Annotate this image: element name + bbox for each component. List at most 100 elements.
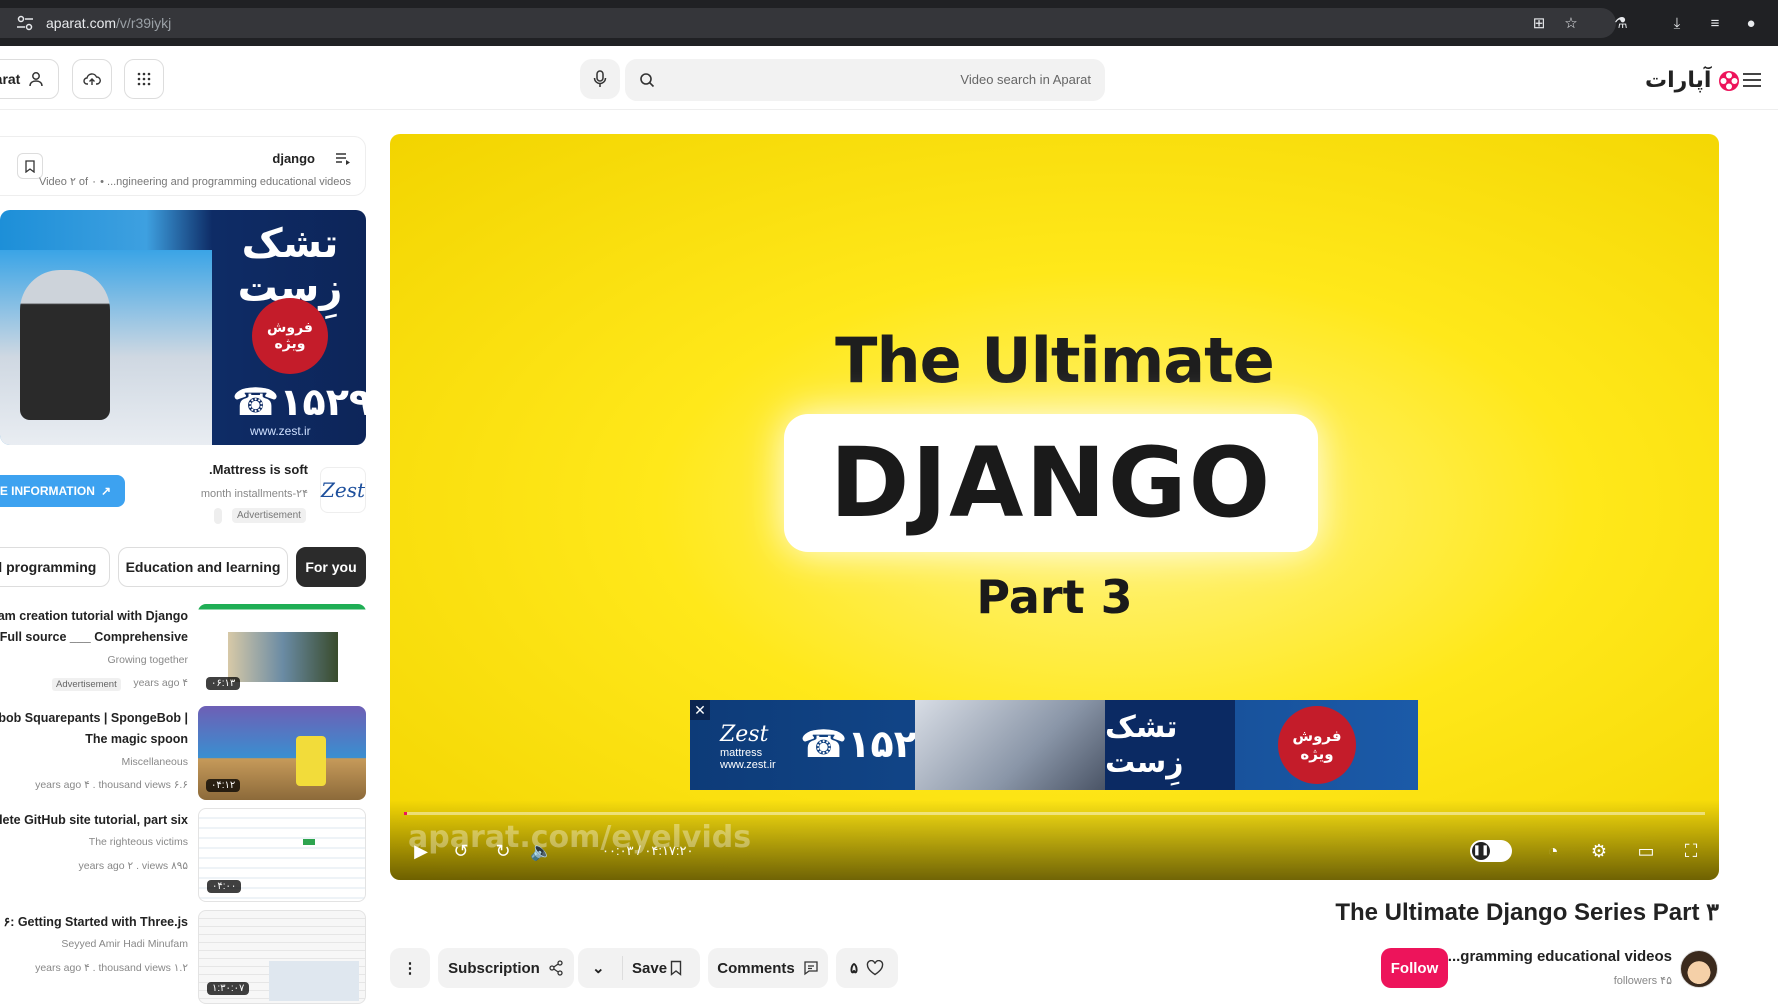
- external-link-icon: ↗: [100, 484, 111, 498]
- chip-for-you[interactable]: For you: [296, 547, 366, 587]
- cast-icon[interactable]: ▭: [1635, 840, 1657, 862]
- share-label: Subscription: [448, 959, 540, 977]
- video-thumbnail[interactable]: ۰۶:۱۳: [198, 604, 366, 698]
- search-input[interactable]: Video search in Aparat: [625, 59, 1105, 101]
- address-bar[interactable]: aparat.com/v/r39iykj: [0, 8, 1616, 38]
- account-button[interactable]: arat: [0, 59, 59, 99]
- playlist-card[interactable]: django Video ۲ of ۰ • ...ngineering and …: [0, 136, 366, 196]
- video-title: ngebob Squarepants | SpongeBob |The magi…: [0, 711, 188, 746]
- chip-programming[interactable]: d programming: [0, 547, 110, 587]
- thumbnail-django-box: DJANGO: [784, 414, 1318, 552]
- more-options-button[interactable]: ⋮: [390, 948, 430, 988]
- more-vertical-icon: ⋮: [402, 960, 418, 977]
- search-placeholder: Video search in Aparat: [960, 72, 1091, 87]
- browser-toolbar: aparat.com/v/r39iykj ⊞ ☆ ⚗ ⤓ ≡ ●: [0, 0, 1778, 46]
- more-information-label: RE INFORMATION: [0, 484, 95, 498]
- share-button[interactable]: Subscription: [438, 948, 574, 988]
- video-thumbnail[interactable]: ۰۴:۰۰: [198, 808, 366, 902]
- sidebar-ad-url: www.zest.ir: [250, 424, 311, 438]
- ad-sale-badge: فروش ویژه: [1278, 706, 1356, 784]
- sidebar-ad-sale: فروش ویژه: [252, 298, 328, 374]
- sidebar-ad-image[interactable]: تشک زِست فروش ویژه ☎۱۵۲۹ www.zest.ir: [0, 210, 366, 445]
- video-player[interactable]: The Ultimate DJANGO Part 3 ✕ Zest mattres…: [390, 134, 1719, 880]
- play-icon[interactable]: ▶: [410, 840, 432, 862]
- list-item[interactable]: ۰۶:۱۳ agram creation tutorial with Djang…: [0, 604, 366, 698]
- playlist-subtitle: Video ۲ of ۰ • ...ngineering and program…: [38, 176, 351, 188]
- speed-icon[interactable]: ◔: [1542, 840, 1564, 862]
- aparat-logo-icon: [1719, 70, 1740, 91]
- sidebar-ad-photo: [0, 250, 212, 445]
- video-channel: Miscellaneous: [121, 756, 188, 768]
- ad-brand: Zest mattress www.zest.ir: [720, 722, 776, 771]
- video-channel: Seyyed Amir Hadi Minufam: [61, 938, 188, 950]
- url-text[interactable]: aparat.com/v/r39iykj: [46, 15, 171, 31]
- video-title: agram creation tutorial with Django..___…: [0, 609, 188, 644]
- advertiser-logo[interactable]: Zest: [320, 467, 366, 513]
- video-channel: Growing together: [107, 654, 188, 666]
- advertiser-title[interactable]: .Mattress is soft: [209, 462, 308, 477]
- menu-icon[interactable]: [1743, 73, 1761, 91]
- volume-icon[interactable]: 🔈: [530, 840, 552, 862]
- fullscreen-icon[interactable]: ⛶: [1680, 840, 1702, 862]
- ad-logo: تشک زِست: [1105, 700, 1235, 790]
- more-information-button[interactable]: RE INFORMATION ↗: [0, 475, 125, 507]
- media-controls-icon[interactable]: ≡: [1706, 15, 1724, 33]
- search-icon[interactable]: [639, 72, 655, 88]
- playlist-title: django: [272, 151, 315, 166]
- follow-button[interactable]: Follow: [1381, 948, 1448, 988]
- thumbnail-title-line1: The Ultimate: [835, 324, 1275, 397]
- upload-button[interactable]: [72, 59, 112, 99]
- voice-search-button[interactable]: [580, 59, 620, 99]
- sidebar: django Video ۲ of ۰ • ...ngineering and …: [0, 110, 366, 1005]
- site-settings-icon[interactable]: [16, 15, 34, 31]
- heart-icon: [866, 960, 884, 976]
- settings-gear-icon[interactable]: ⚙: [1588, 840, 1610, 862]
- channel-name[interactable]: ...gramming educational videos: [1448, 948, 1672, 965]
- video-thumbnail[interactable]: ۱:۳۰:۰۷: [198, 910, 366, 1004]
- like-button[interactable]: ۵: [836, 948, 898, 988]
- sidebar-ad-person: [20, 270, 110, 420]
- player-controls: aparat.com/eyelvids ▶ ↺ ↻ 🔈 ۰۰:۰۳ / ۰۴:۱…: [390, 800, 1719, 880]
- translate-icon[interactable]: ⊞: [1530, 15, 1548, 33]
- user-icon: [29, 72, 44, 87]
- bookmark-star-icon[interactable]: ☆: [1562, 15, 1580, 33]
- save-label: Save: [632, 959, 668, 977]
- chip-education[interactable]: Education and learning: [118, 547, 288, 587]
- list-item[interactable]: ۰۴:۱۲ ngebob Squarepants | SpongeBob |Th…: [0, 706, 366, 800]
- rewind-icon[interactable]: ↺: [450, 840, 472, 862]
- chevron-down-icon[interactable]: ⌄: [592, 959, 605, 977]
- save-button-group[interactable]: ⌄ Save: [578, 948, 700, 988]
- comments-button[interactable]: Comments: [708, 948, 828, 988]
- aparat-logo[interactable]: آپارات: [1645, 68, 1741, 93]
- sidebar-ad-brand: تشک زِست: [237, 221, 343, 311]
- download-icon[interactable]: ⤓: [1668, 15, 1686, 33]
- video-title: The Ultimate Django Series Part ۳: [1335, 899, 1719, 926]
- divider: [622, 956, 623, 980]
- video-duration: ۰۶:۱۳: [206, 677, 241, 690]
- autoplay-toggle[interactable]: ❚❚: [1470, 840, 1512, 862]
- forward-icon[interactable]: ↻: [492, 840, 514, 862]
- sidebar-ad-phone: ☎۱۵۲۹: [232, 380, 366, 424]
- playlist-icon: [336, 153, 350, 165]
- video-meta: years ago ۴: [133, 677, 188, 689]
- profile-icon[interactable]: ●: [1742, 15, 1760, 33]
- comment-icon: [804, 961, 818, 976]
- video-duration: ۱:۳۰:۰۷: [207, 982, 250, 995]
- advertiser-subtitle: month installments-۲۴: [200, 488, 308, 500]
- advertisement-badge: Advertisement: [232, 508, 306, 523]
- channel-avatar[interactable]: [1680, 950, 1718, 988]
- close-ad-icon[interactable]: ✕: [690, 700, 710, 720]
- ad-photo: [915, 700, 1105, 790]
- ad-info-dot: [214, 508, 222, 524]
- list-item[interactable]: ۱:۳۰:۰۷ ion ۶: Getting Started with Thre…: [0, 910, 366, 1004]
- list-item[interactable]: ۰۴:۰۰ mplete GitHub site tutorial, part …: [0, 808, 366, 902]
- video-meta: years ago ۲ . views ۸۹۵: [78, 860, 188, 872]
- thumbnail-title-line3: Part 3: [976, 570, 1133, 624]
- progress-bar[interactable]: [404, 812, 1705, 815]
- apps-button[interactable]: [124, 59, 164, 99]
- site-header: arat Video search in Aparat آپارات: [0, 46, 1778, 110]
- player-ad-banner[interactable]: ✕ Zest mattress www.zest.ir ☎۱۵۲۹ تشک زِست…: [690, 700, 1418, 790]
- thumbnail-title-line2: DJANGO: [829, 427, 1273, 539]
- labs-flask-icon[interactable]: ⚗: [1612, 15, 1630, 33]
- video-thumbnail[interactable]: ۰۴:۱۲: [198, 706, 366, 800]
